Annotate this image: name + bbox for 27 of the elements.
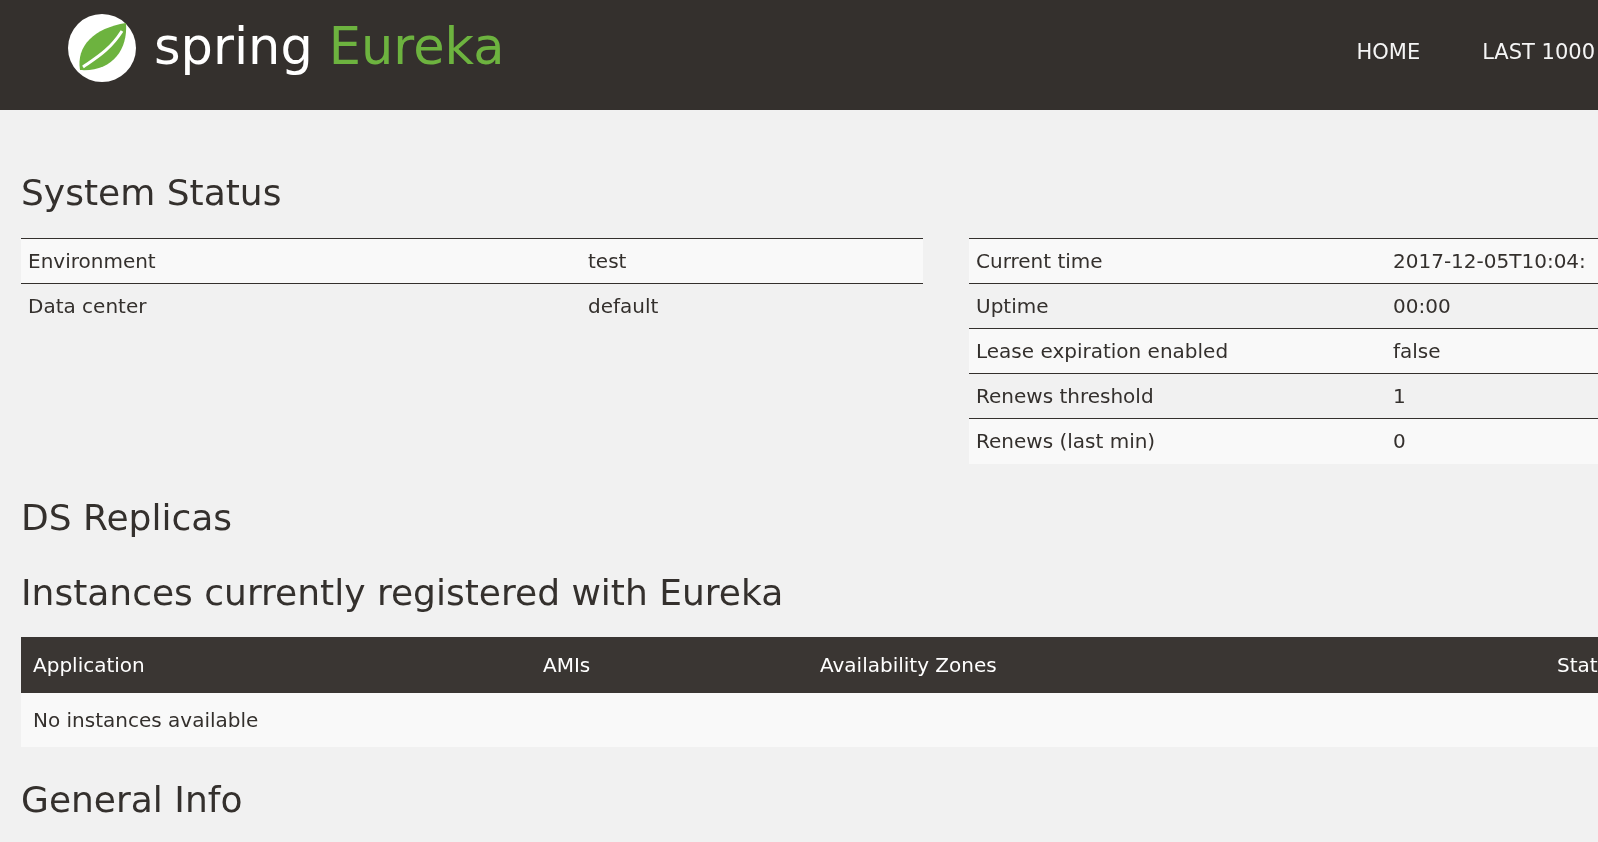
status-value: 2017-12-05T10:04: xyxy=(1393,238,1598,284)
column-header: AMIs xyxy=(531,636,808,693)
empty-table-message: No instances available xyxy=(21,692,1598,747)
column-header: Availability Zones xyxy=(808,636,1545,693)
column-header: Application xyxy=(21,636,531,693)
status-label: Environment xyxy=(21,238,588,284)
status-label: Renews (last min) xyxy=(969,418,1393,464)
status-value: 0 xyxy=(1393,418,1598,464)
logo-link[interactable]: spring Eureka xyxy=(68,14,505,82)
logo-wordmark: spring xyxy=(154,20,313,76)
status-value: test xyxy=(588,238,923,284)
section-heading: Instances currently registered with Eureka xyxy=(21,571,784,614)
status-value: false xyxy=(1393,328,1598,374)
status-label: Renews threshold xyxy=(969,373,1393,419)
status-value: 00:00 xyxy=(1393,283,1598,329)
leaf-logo-icon xyxy=(68,14,136,82)
section-heading: DS Replicas xyxy=(21,496,233,539)
logo-product-name: Eureka xyxy=(328,20,505,76)
section-heading: System Status xyxy=(21,172,282,214)
section-heading: General Info xyxy=(21,778,243,821)
column-header: Stat xyxy=(1545,636,1598,693)
nav-link[interactable]: HOME xyxy=(1356,40,1421,65)
nav-link[interactable]: LAST 1000 xyxy=(1482,40,1595,65)
status-label: Lease expiration enabled xyxy=(969,328,1393,374)
status-label: Uptime xyxy=(969,283,1393,329)
status-value: 1 xyxy=(1393,373,1598,419)
status-label: Current time xyxy=(969,238,1393,284)
